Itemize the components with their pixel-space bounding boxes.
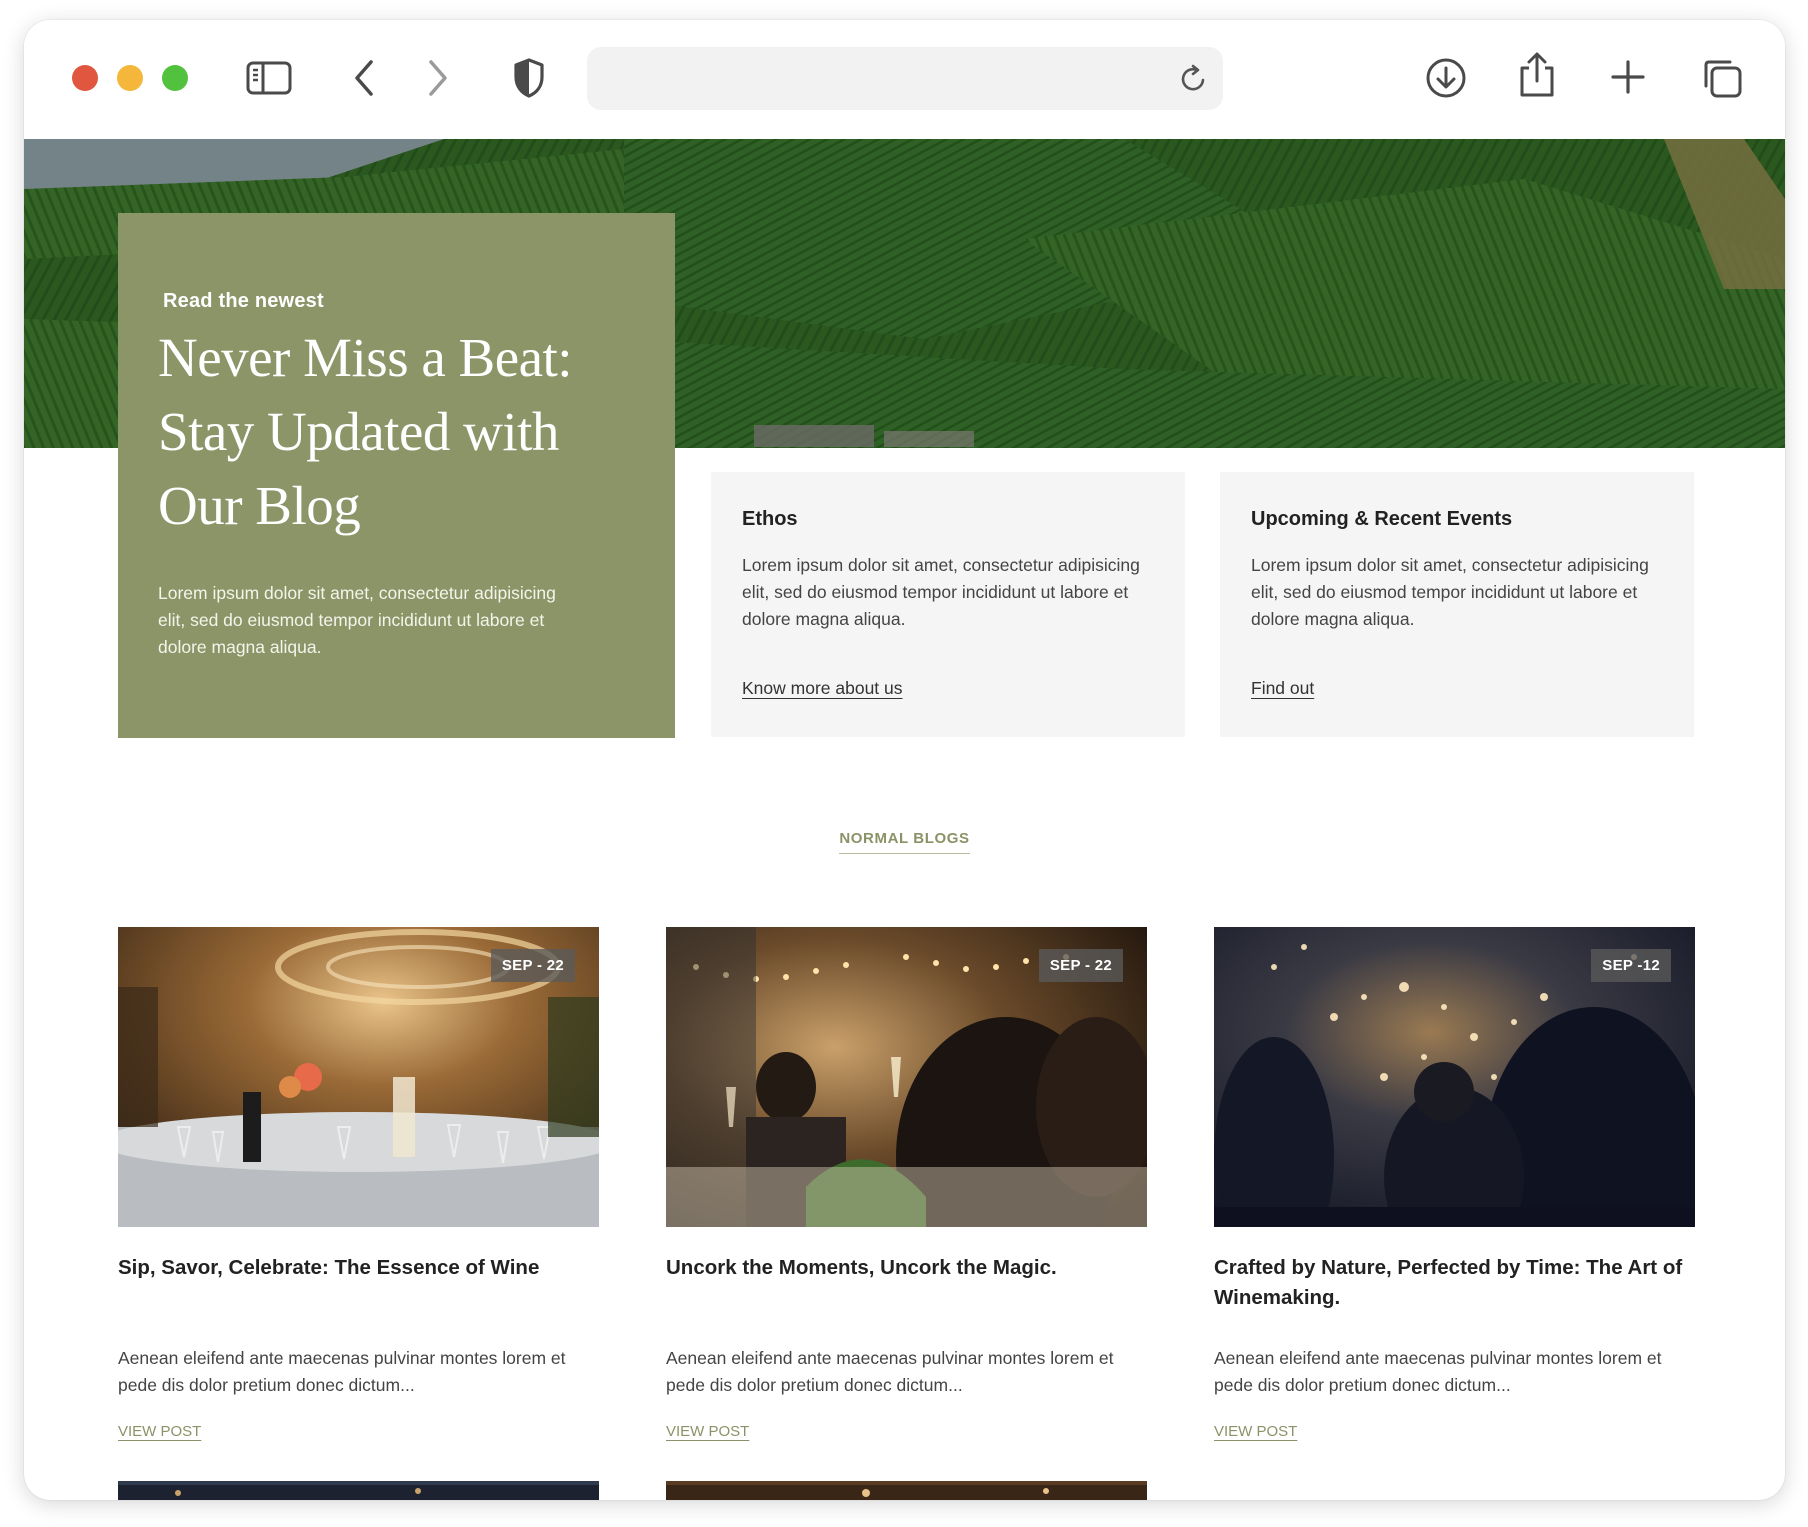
blog-title[interactable]: Uncork the Moments, Uncork the Magic. (666, 1253, 1147, 1283)
date-badge: SEP - 22 (1038, 949, 1123, 982)
info-card-body: Lorem ipsum dolor sit amet, consectetur … (742, 555, 1140, 629)
address-bar[interactable] (587, 47, 1223, 110)
view-post-link[interactable]: VIEW POST (666, 1423, 749, 1440)
info-card-title: Ethos (742, 508, 798, 530)
info-card-title: Upcoming & Recent Events (1251, 508, 1513, 530)
blog-thumbnail[interactable]: SEP - 22 (118, 927, 599, 1227)
find-out-link[interactable]: Find out (1251, 678, 1314, 699)
view-post-link[interactable]: VIEW POST (1214, 1423, 1297, 1440)
back-icon[interactable] (352, 59, 376, 97)
blog-title[interactable]: Crafted by Nature, Perfected by Time: Th… (1214, 1253, 1695, 1313)
know-more-link[interactable]: Know more about us (742, 678, 903, 699)
blog-title[interactable]: Sip, Savor, Celebrate: The Essence of Wi… (118, 1253, 599, 1283)
date-badge: SEP -12 (1591, 949, 1671, 982)
section-heading-text[interactable]: NORMAL BLOGS (839, 830, 970, 854)
minimize-window-button[interactable] (117, 65, 143, 91)
zoom-window-button[interactable] (162, 65, 188, 91)
browser-window: Read the newest Never Miss a Beat: Stay … (24, 20, 1785, 1500)
close-window-button[interactable] (72, 65, 98, 91)
blog-thumbnail-partial[interactable] (666, 1481, 1147, 1500)
forward-icon[interactable] (426, 59, 450, 97)
shield-icon[interactable] (512, 57, 546, 99)
hero-description: Lorem ipsum dolor sit amet, consectetur … (158, 583, 556, 657)
new-tab-icon[interactable] (1610, 59, 1646, 95)
section-heading: NORMAL BLOGS (24, 830, 1785, 854)
tabs-overview-icon[interactable] (1700, 56, 1744, 100)
blog-thumbnail[interactable]: SEP -12 (1214, 927, 1695, 1227)
blog-thumbnail[interactable]: SEP - 22 (666, 927, 1147, 1227)
download-icon[interactable] (1424, 56, 1468, 100)
share-icon[interactable] (1516, 51, 1558, 99)
hero-feature-card: Read the newest Never Miss a Beat: Stay … (118, 213, 675, 738)
blog-card: SEP -12 Crafted by Nature, Perfected by … (1214, 927, 1695, 1440)
blog-excerpt: Aenean eleifend ante maecenas pulvinar m… (1214, 1348, 1662, 1395)
blog-excerpt: Aenean eleifend ante maecenas pulvinar m… (666, 1348, 1114, 1395)
sidebar-icon[interactable] (246, 60, 292, 96)
reload-icon[interactable] (1179, 64, 1209, 99)
info-card-body: Lorem ipsum dolor sit amet, consectetur … (1251, 555, 1649, 629)
blog-card: SEP - 22 Uncork the Moments, Uncork the … (666, 927, 1147, 1440)
view-post-link[interactable]: VIEW POST (118, 1423, 201, 1440)
date-badge: SEP - 22 (490, 949, 575, 982)
browser-toolbar (24, 20, 1785, 139)
blog-card: SEP - 22 Sip, Savor, Celebrate: The Esse… (118, 927, 599, 1440)
hero-kicker: Read the newest (163, 290, 324, 312)
blog-excerpt: Aenean eleifend ante maecenas pulvinar m… (118, 1348, 566, 1395)
info-card-ethos: Ethos Lorem ipsum dolor sit amet, consec… (711, 472, 1185, 737)
blog-thumbnail-partial[interactable] (118, 1481, 599, 1500)
hero-headline: Never Miss a Beat: Stay Updated with Our… (158, 327, 573, 536)
info-card-events: Upcoming & Recent Events Lorem ipsum dol… (1220, 472, 1694, 737)
